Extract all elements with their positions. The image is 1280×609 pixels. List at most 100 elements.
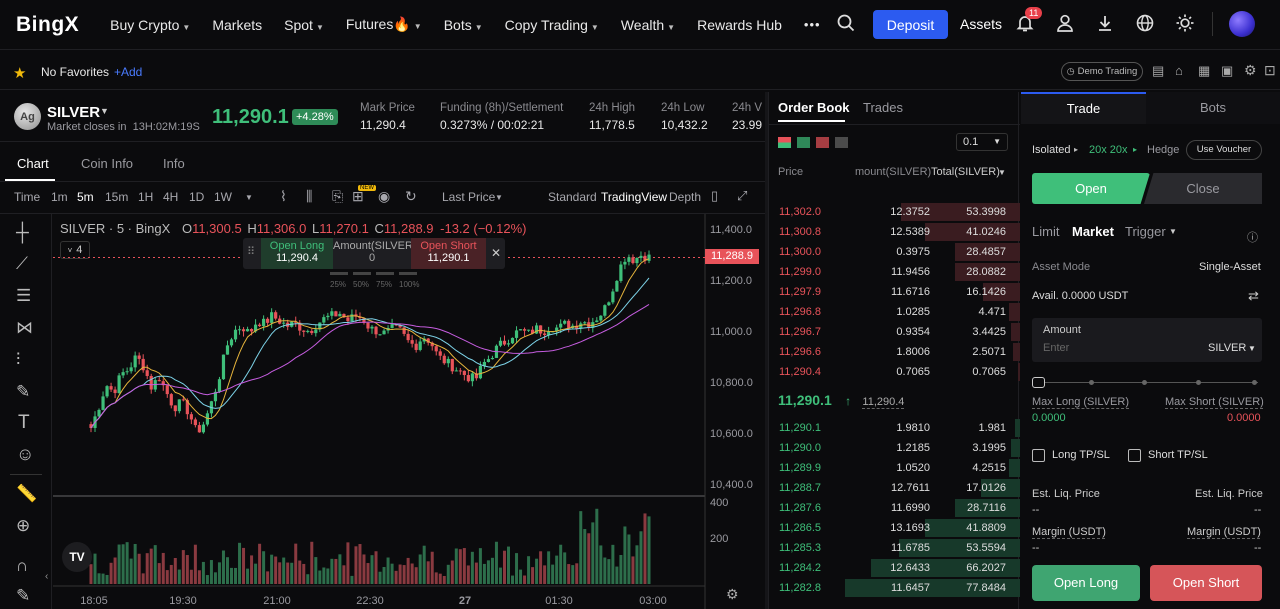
- scroll-left-icon[interactable]: ‹: [45, 571, 48, 582]
- chart-settings-icon[interactable]: ⚙: [726, 586, 739, 603]
- ruler-icon[interactable]: 📏: [16, 484, 37, 504]
- nav-item-bots[interactable]: Bots ▼: [433, 17, 494, 33]
- user-icon[interactable]: [1054, 13, 1076, 35]
- close-position-tab[interactable]: Close: [1144, 173, 1262, 204]
- interval-1W[interactable]: 1W: [214, 190, 232, 204]
- download-icon[interactable]: [1094, 13, 1116, 35]
- chart-tab-coin-info[interactable]: Coin Info: [81, 156, 133, 171]
- indicators-icon[interactable]: ⌇: [280, 188, 287, 205]
- ask-row[interactable]: 11,290.4 0.7065 0.7065: [769, 362, 1020, 382]
- order-type-trigger[interactable]: Trigger: [1125, 224, 1166, 239]
- margin-mode-caret-icon[interactable]: ▸: [1074, 145, 1078, 154]
- templates-icon[interactable]: ⎘: [332, 188, 343, 205]
- long-tpsl-checkbox[interactable]: [1032, 449, 1045, 462]
- ob-depth-view-icon[interactable]: [835, 137, 848, 148]
- nav-item-markets[interactable]: Markets: [201, 17, 273, 33]
- leverage-caret-icon[interactable]: ▸: [1133, 145, 1137, 154]
- interval-5m[interactable]: 5m: [77, 190, 94, 204]
- crosshair-icon[interactable]: ┼: [16, 222, 29, 243]
- order-type-limit[interactable]: Limit: [1032, 224, 1059, 239]
- interval-1m[interactable]: 1m: [51, 190, 68, 204]
- nav-item-spot[interactable]: Spot ▼: [273, 17, 335, 33]
- calculator-icon[interactable]: ⌂: [1175, 63, 1183, 78]
- nav-item-rewards-hub[interactable]: Rewards Hub: [686, 17, 793, 33]
- tradingview-logo[interactable]: TV: [62, 542, 92, 572]
- total-caret-icon[interactable]: ▼: [998, 168, 1006, 177]
- new-feature-icon[interactable]: ⊞: [352, 188, 364, 205]
- amount-slider[interactable]: [1032, 377, 1258, 389]
- bid-row[interactable]: 11,284.2 12.6433 66.2027: [769, 558, 1020, 578]
- tab-trades[interactable]: Trades: [863, 100, 903, 115]
- ob-bids-view-icon[interactable]: [797, 137, 810, 148]
- bid-row[interactable]: 11,288.7 12.7611 17.0126: [769, 478, 1020, 498]
- quick-open-long-button[interactable]: Open Long 11,290.4: [261, 238, 333, 269]
- open-position-tab[interactable]: Open: [1032, 173, 1150, 204]
- search-icon[interactable]: [835, 13, 857, 35]
- interval-15m[interactable]: 15m: [105, 190, 128, 204]
- percent-segment[interactable]: [376, 272, 394, 275]
- nav-item-wealth[interactable]: Wealth ▼: [610, 17, 686, 33]
- info-icon[interactable]: ⓘ: [1247, 229, 1258, 245]
- short-tpsl-label[interactable]: Short TP/SL: [1148, 449, 1208, 461]
- theme-sun-icon[interactable]: [1174, 13, 1196, 35]
- more-menu-icon[interactable]: •••: [793, 17, 832, 32]
- drag-handle-icon[interactable]: ⠿: [247, 245, 255, 258]
- chart-tab-chart[interactable]: Chart: [17, 156, 49, 171]
- panel-layout-icon[interactable]: ▯: [711, 188, 718, 204]
- quick-open-short-button[interactable]: Open Short 11,290.1: [411, 238, 486, 269]
- view-tradingview[interactable]: TradingView: [601, 190, 667, 204]
- bid-row[interactable]: 11,285.3 11.6785 53.5594: [769, 538, 1020, 558]
- ask-row[interactable]: 11,300.0 0.3975 28.4857: [769, 242, 1020, 262]
- fib-lines-icon[interactable]: ☰: [16, 286, 31, 306]
- ask-row[interactable]: 11,297.9 11.6716 16.1426: [769, 282, 1020, 302]
- amount-unit-caret-icon[interactable]: ▼: [1248, 344, 1256, 353]
- slider-handle[interactable]: [1032, 377, 1045, 388]
- margin-mode[interactable]: Isolated: [1032, 144, 1071, 156]
- nav-item-copy-trading[interactable]: Copy Trading ▼: [494, 17, 610, 33]
- assets-link[interactable]: Assets: [960, 16, 1002, 32]
- chart-tab-info[interactable]: Info: [163, 156, 185, 171]
- undo-icon[interactable]: ↻: [405, 188, 417, 205]
- fullscreen-icon[interactable]: ⊡: [1264, 62, 1276, 79]
- settings-gear-icon[interactable]: ⚙: [1244, 62, 1257, 79]
- zoom-in-icon[interactable]: ⊕: [16, 516, 30, 536]
- interval-4H[interactable]: 4H: [163, 190, 178, 204]
- percent-segment[interactable]: [353, 272, 371, 275]
- notes-icon[interactable]: ▦: [1198, 63, 1210, 79]
- leverage[interactable]: 20x 20x: [1089, 144, 1128, 156]
- brush-icon[interactable]: ✎: [16, 382, 30, 402]
- open-short-button[interactable]: Open Short: [1150, 565, 1262, 601]
- quick-amount-field[interactable]: Amount(SILVER) 0: [333, 238, 417, 269]
- bid-row[interactable]: 11,287.6 11.6990 28.7116: [769, 498, 1020, 518]
- percent-segment[interactable]: [399, 272, 417, 275]
- pattern-icon[interactable]: ⋈: [16, 318, 33, 338]
- percent-segment[interactable]: [330, 272, 348, 275]
- trigger-caret-icon[interactable]: ▼: [1169, 227, 1177, 236]
- prediction-icon[interactable]: ⫶: [16, 350, 20, 370]
- bid-row[interactable]: 11,289.9 1.0520 4.2515: [769, 458, 1020, 478]
- bid-row[interactable]: 11,290.0 1.2185 3.1995: [769, 438, 1020, 458]
- quick-amount-percent-slider[interactable]: 25% 50% 75% 100%: [330, 272, 420, 292]
- asset-mode-value[interactable]: Single-Asset: [1199, 261, 1261, 273]
- symbol-name[interactable]: SILVER: [47, 104, 100, 121]
- use-voucher-button[interactable]: Use Voucher: [1186, 140, 1262, 160]
- transfer-icon[interactable]: ⇄: [1248, 288, 1259, 304]
- interval-1H[interactable]: 1H: [138, 190, 153, 204]
- trendline-icon[interactable]: ⟋: [16, 254, 28, 274]
- ask-row[interactable]: 11,296.8 1.0285 4.471: [769, 302, 1020, 322]
- magnet-icon[interactable]: ∩: [16, 556, 28, 576]
- tab-bots[interactable]: Bots: [1146, 92, 1280, 124]
- symbol-caret-icon[interactable]: ▼: [100, 106, 109, 116]
- demo-trading-button[interactable]: ◷ Demo Trading: [1061, 62, 1143, 81]
- ask-row[interactable]: 11,296.6 1.8006 2.5071: [769, 342, 1020, 362]
- nav-item-buy-crypto[interactable]: Buy Crypto ▼: [99, 17, 201, 33]
- expand-icon[interactable]: ⤢: [737, 188, 747, 204]
- price-type-caret-icon[interactable]: ▼: [495, 193, 503, 202]
- bid-row[interactable]: 11,286.5 13.1693 41.8809: [769, 518, 1020, 538]
- account-avatar[interactable]: [1229, 11, 1255, 37]
- interval-more-caret-icon[interactable]: ▼: [245, 193, 253, 202]
- candle-type-icon[interactable]: ⫼: [306, 188, 312, 205]
- close-quick-order-icon[interactable]: ✕: [491, 246, 501, 260]
- tab-trade[interactable]: Trade: [1021, 92, 1146, 124]
- bingx-logo[interactable]: BingX: [16, 13, 79, 37]
